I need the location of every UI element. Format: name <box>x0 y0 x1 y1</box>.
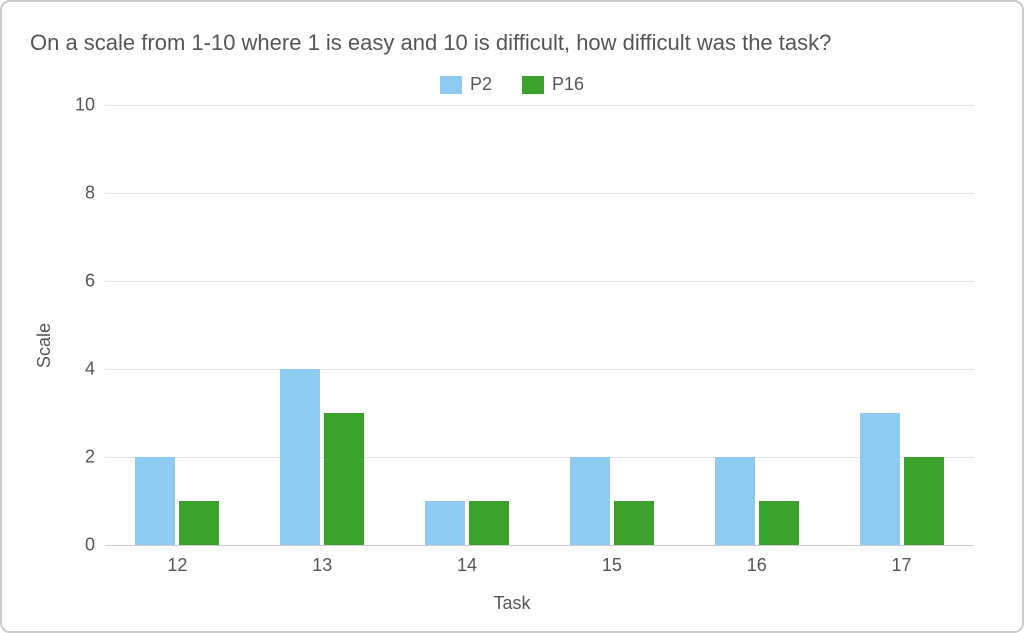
x-axis-ticks: 121314151617 <box>105 545 974 585</box>
y-tick-label: 8 <box>85 183 95 204</box>
x-tick-label: 16 <box>684 545 829 585</box>
x-axis-label: Task <box>30 593 994 614</box>
bar <box>570 457 610 545</box>
legend-label: P16 <box>552 74 584 95</box>
x-tick-label: 15 <box>539 545 684 585</box>
bar <box>324 413 364 545</box>
legend-label: P2 <box>470 74 492 95</box>
bar <box>135 457 175 545</box>
legend-item-p2: P2 <box>440 74 492 95</box>
plot-area: 121314151617 <box>105 105 974 585</box>
x-tick-label: 14 <box>395 545 540 585</box>
bar-group <box>829 105 974 545</box>
x-tick-label: 12 <box>105 545 250 585</box>
y-tick-label: 2 <box>85 447 95 468</box>
bar <box>179 501 219 545</box>
bar-group <box>395 105 540 545</box>
plot-wrapper: Scale 0246810 121314151617 <box>30 105 994 585</box>
chart-legend: P2 P16 <box>30 74 994 95</box>
bar <box>904 457 944 545</box>
bar <box>614 501 654 545</box>
bar <box>860 413 900 545</box>
bar-group <box>250 105 395 545</box>
y-tick-label: 4 <box>85 359 95 380</box>
chart-container: On a scale from 1-10 where 1 is easy and… <box>0 0 1024 633</box>
y-tick-label: 6 <box>85 271 95 292</box>
y-axis-ticks: 0246810 <box>60 105 105 585</box>
legend-swatch-icon <box>440 76 462 94</box>
legend-swatch-icon <box>522 76 544 94</box>
y-axis-label: Scale <box>35 322 56 367</box>
bar <box>425 501 465 545</box>
x-tick-label: 13 <box>250 545 395 585</box>
chart-title: On a scale from 1-10 where 1 is easy and… <box>30 30 994 56</box>
bar-group <box>684 105 829 545</box>
bar-group <box>539 105 684 545</box>
bar <box>280 369 320 545</box>
bar-group <box>105 105 250 545</box>
legend-item-p16: P16 <box>522 74 584 95</box>
bar <box>469 501 509 545</box>
y-tick-label: 0 <box>85 535 95 556</box>
bars-row <box>105 105 974 545</box>
bar <box>715 457 755 545</box>
y-axis-label-box: Scale <box>30 105 60 585</box>
y-tick-label: 10 <box>75 95 95 116</box>
bar <box>759 501 799 545</box>
x-tick-label: 17 <box>829 545 974 585</box>
